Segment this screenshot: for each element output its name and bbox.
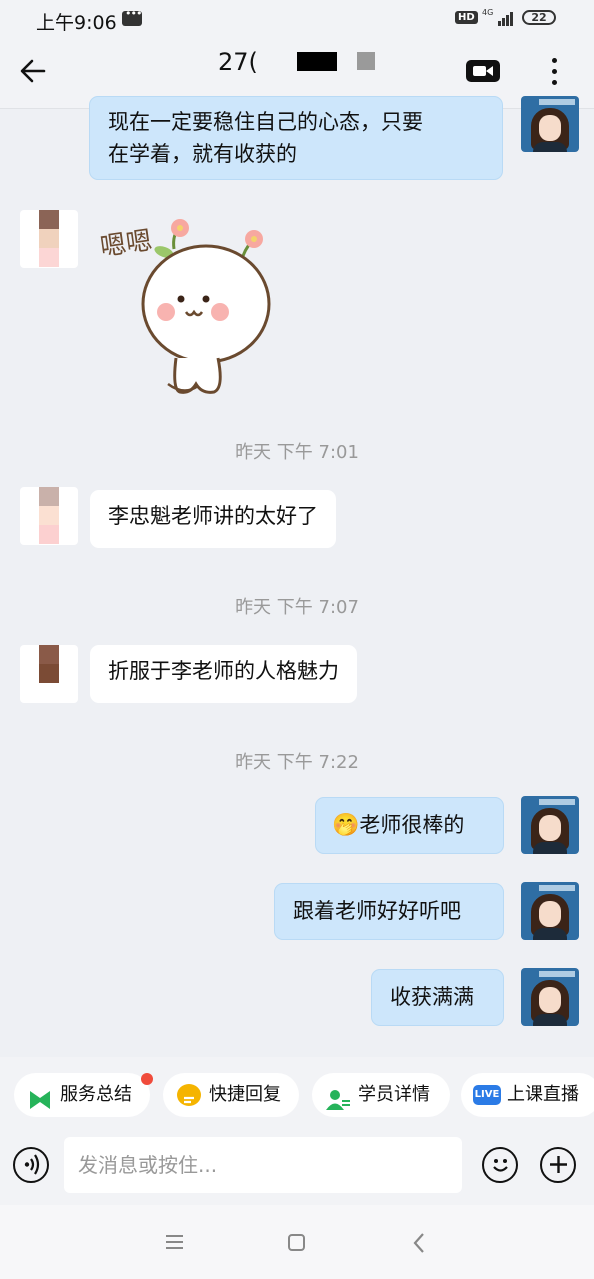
- video-call-icon[interactable]: [466, 60, 500, 82]
- shortcut-student-detail[interactable]: 学员详情: [312, 1073, 450, 1117]
- more-options-icon[interactable]: [546, 56, 562, 88]
- emoji-picker-icon[interactable]: [482, 1147, 518, 1183]
- system-back-icon[interactable]: [412, 1232, 426, 1260]
- contact-avatar[interactable]: [20, 487, 78, 545]
- shortcut-quick-reply[interactable]: 快捷回复: [163, 1073, 299, 1117]
- timestamp: 昨天 下午 7:22: [235, 752, 359, 773]
- outgoing-message-bubble[interactable]: 现在一定要稳住自己的心态，只要 在学着，就有收获的: [89, 96, 503, 180]
- home-icon[interactable]: [288, 1234, 305, 1251]
- outgoing-message-bubble[interactable]: 🤭老师很棒的: [315, 797, 504, 854]
- quick-reply-icon: [177, 1084, 201, 1106]
- shortcut-bar: 服务总结 快捷回复 学员详情 LIVE 上课直播: [0, 1057, 594, 1129]
- message-input[interactable]: 发消息或按住...: [64, 1137, 462, 1193]
- timestamp: 昨天 下午 7:07: [235, 597, 359, 618]
- signal-icon: [492, 12, 514, 26]
- self-avatar[interactable]: [521, 96, 579, 152]
- battery-icon: 22: [522, 10, 556, 25]
- add-attachment-icon[interactable]: [540, 1147, 576, 1183]
- notification-badge: [141, 1073, 153, 1085]
- contact-avatar[interactable]: [20, 645, 78, 703]
- live-icon: LIVE: [473, 1085, 501, 1105]
- shortcut-service-summary[interactable]: 服务总结: [14, 1073, 150, 1117]
- back-arrow-icon[interactable]: [18, 56, 50, 88]
- voice-input-icon[interactable]: [13, 1147, 49, 1183]
- shortcut-live-class[interactable]: LIVE 上课直播: [461, 1073, 594, 1117]
- input-bar: 发消息或按住...: [0, 1129, 594, 1205]
- outgoing-message-bubble[interactable]: 跟着老师好好听吧: [274, 883, 504, 940]
- timestamp: 昨天 下午 7:01: [235, 442, 359, 463]
- student-detail-icon: [326, 1084, 350, 1110]
- sticker-text: 嗯嗯: [98, 226, 154, 263]
- service-summary-icon: [28, 1084, 52, 1109]
- status-bar: 上午9:06 HD 4G 22: [0, 0, 594, 38]
- incoming-message-bubble[interactable]: 折服于李老师的人格魅力: [90, 645, 357, 703]
- outgoing-message-bubble[interactable]: 收获满满: [371, 969, 504, 1026]
- system-navigation-bar: [0, 1205, 594, 1279]
- sms-notification-icon: [122, 7, 142, 26]
- sticker-message[interactable]: 嗯嗯: [94, 214, 274, 399]
- self-avatar[interactable]: [521, 968, 579, 1026]
- emoji-icon: 🤭: [332, 813, 360, 838]
- chat-title: 27(: [218, 48, 258, 76]
- status-time: 上午9:06: [36, 12, 117, 34]
- recent-apps-icon[interactable]: [166, 1235, 183, 1249]
- contact-avatar[interactable]: [20, 210, 78, 268]
- redaction-block: [357, 52, 375, 70]
- redaction-block: [297, 52, 337, 71]
- incoming-message-bubble[interactable]: 李忠魁老师讲的太好了: [90, 490, 336, 548]
- self-avatar[interactable]: [521, 882, 579, 940]
- hd-icon: HD: [455, 11, 478, 24]
- self-avatar[interactable]: [521, 796, 579, 854]
